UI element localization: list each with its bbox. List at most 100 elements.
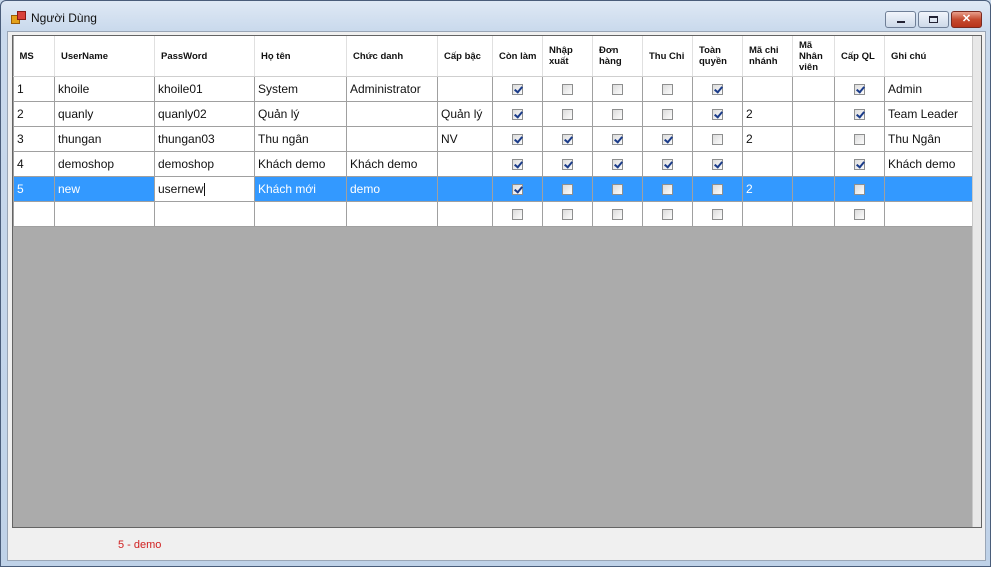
column-header[interactable]: Toàn quyền [692, 36, 743, 77]
cell-toanquyen[interactable] [692, 126, 743, 152]
cell-capbac[interactable] [437, 76, 493, 102]
checkbox[interactable] [712, 108, 723, 120]
cell-capbac[interactable] [437, 201, 493, 227]
checkbox[interactable] [662, 133, 673, 145]
checkbox[interactable] [512, 183, 523, 195]
cell-ms[interactable]: 2 [13, 101, 55, 127]
checkbox[interactable] [562, 158, 573, 170]
cell-ms[interactable] [13, 201, 55, 227]
cell-conlam[interactable] [492, 151, 543, 177]
cell-capql[interactable] [834, 101, 885, 127]
cell-donhang[interactable] [592, 76, 643, 102]
cell-conlam[interactable] [492, 126, 543, 152]
cell-donhang[interactable] [592, 126, 643, 152]
table-row[interactable]: 1 khoile khoile01 System Administrator Admin [13, 76, 975, 102]
password-edit-input[interactable]: usernew [154, 176, 255, 202]
cell-thuchi[interactable] [642, 101, 693, 127]
table-row[interactable]: 5 new usernew Khách mới demo 2 [13, 176, 975, 202]
cell-conlam[interactable] [492, 176, 543, 202]
cell-nhapxuat[interactable] [542, 176, 593, 202]
column-header[interactable]: PassWord [154, 36, 255, 77]
cell-chucdanh[interactable]: demo [346, 176, 438, 202]
cell-toanquyen[interactable] [692, 101, 743, 127]
cell-capbac[interactable]: Quản lý [437, 101, 493, 127]
cell-thuchi[interactable] [642, 176, 693, 202]
cell-chucdanh[interactable] [346, 101, 438, 127]
cell-capql[interactable] [834, 201, 885, 227]
checkbox[interactable] [512, 133, 523, 145]
cell-hoten[interactable]: Quản lý [254, 101, 347, 127]
column-header[interactable]: Thu Chi [642, 36, 693, 77]
cell-chucdanh[interactable] [346, 201, 438, 227]
checkbox[interactable] [854, 133, 865, 145]
cell-donhang[interactable] [592, 201, 643, 227]
column-header[interactable]: Đơn hàng [592, 36, 643, 77]
cell-username[interactable]: demoshop [54, 151, 155, 177]
checkbox[interactable] [712, 208, 723, 220]
cell-ghichu[interactable]: Team Leader [884, 101, 975, 127]
cell-ms[interactable]: 4 [13, 151, 55, 177]
cell-ms[interactable]: 1 [13, 76, 55, 102]
column-header[interactable]: Mã chi nhánh [742, 36, 793, 77]
cell-machinhanh[interactable]: 2 [742, 101, 793, 127]
cell-username[interactable]: khoile [54, 76, 155, 102]
checkbox[interactable] [662, 83, 673, 95]
cell-capbac[interactable] [437, 176, 493, 202]
cell-username[interactable]: new [54, 176, 155, 202]
cell-manhanvien[interactable] [792, 151, 835, 177]
column-header[interactable]: Họ tên [254, 36, 347, 77]
cell-hoten[interactable]: System [254, 76, 347, 102]
checkbox[interactable] [612, 158, 623, 170]
checkbox[interactable] [854, 183, 865, 195]
maximize-button[interactable] [918, 11, 949, 28]
cell-password[interactable]: khoile01 [154, 76, 255, 102]
cell-capql[interactable] [834, 76, 885, 102]
checkbox[interactable] [712, 133, 723, 145]
checkbox[interactable] [854, 158, 865, 170]
column-header[interactable]: Nhập xuất [542, 36, 593, 77]
cell-conlam[interactable] [492, 76, 543, 102]
checkbox[interactable] [512, 108, 523, 120]
cell-hoten[interactable]: Thu ngân [254, 126, 347, 152]
checkbox[interactable] [612, 108, 623, 120]
checkbox[interactable] [612, 83, 623, 95]
cell-capql[interactable] [834, 176, 885, 202]
cell-nhapxuat[interactable] [542, 76, 593, 102]
cell-ghichu[interactable]: Khách demo [884, 151, 975, 177]
cell-machinhanh[interactable] [742, 151, 793, 177]
cell-ghichu[interactable] [884, 176, 975, 202]
minimize-button[interactable] [885, 11, 916, 28]
checkbox[interactable] [512, 158, 523, 170]
cell-toanquyen[interactable] [692, 76, 743, 102]
cell-manhanvien[interactable] [792, 101, 835, 127]
cell-ghichu[interactable]: Admin [884, 76, 975, 102]
column-header[interactable]: Cấp QL [834, 36, 885, 77]
table-row[interactable]: 3 thungan thungan03 Thu ngân NV 2 Thu Ngân [13, 126, 975, 152]
checkbox[interactable] [854, 208, 865, 220]
checkbox[interactable] [562, 108, 573, 120]
checkbox[interactable] [662, 183, 673, 195]
checkbox[interactable] [712, 158, 723, 170]
checkbox[interactable] [562, 183, 573, 195]
column-header[interactable]: Ghi chú [884, 36, 975, 77]
cell-donhang[interactable] [592, 151, 643, 177]
cell-chucdanh[interactable] [346, 126, 438, 152]
cell-chucdanh[interactable]: Administrator [346, 76, 438, 102]
cell-password[interactable] [154, 201, 255, 227]
cell-nhapxuat[interactable] [542, 201, 593, 227]
cell-machinhanh[interactable]: 2 [742, 126, 793, 152]
cell-machinhanh[interactable] [742, 76, 793, 102]
column-header[interactable]: Còn làm [492, 36, 543, 77]
cell-capbac[interactable]: NV [437, 126, 493, 152]
cell-thuchi[interactable] [642, 151, 693, 177]
cell-toanquyen[interactable] [692, 201, 743, 227]
cell-machinhanh[interactable] [742, 201, 793, 227]
cell-toanquyen[interactable] [692, 176, 743, 202]
column-header[interactable]: Cấp bậc [437, 36, 493, 77]
cell-nhapxuat[interactable] [542, 126, 593, 152]
cell-manhanvien[interactable] [792, 76, 835, 102]
cell-toanquyen[interactable] [692, 151, 743, 177]
cell-nhapxuat[interactable] [542, 151, 593, 177]
cell-manhanvien[interactable] [792, 176, 835, 202]
cell-capql[interactable] [834, 151, 885, 177]
